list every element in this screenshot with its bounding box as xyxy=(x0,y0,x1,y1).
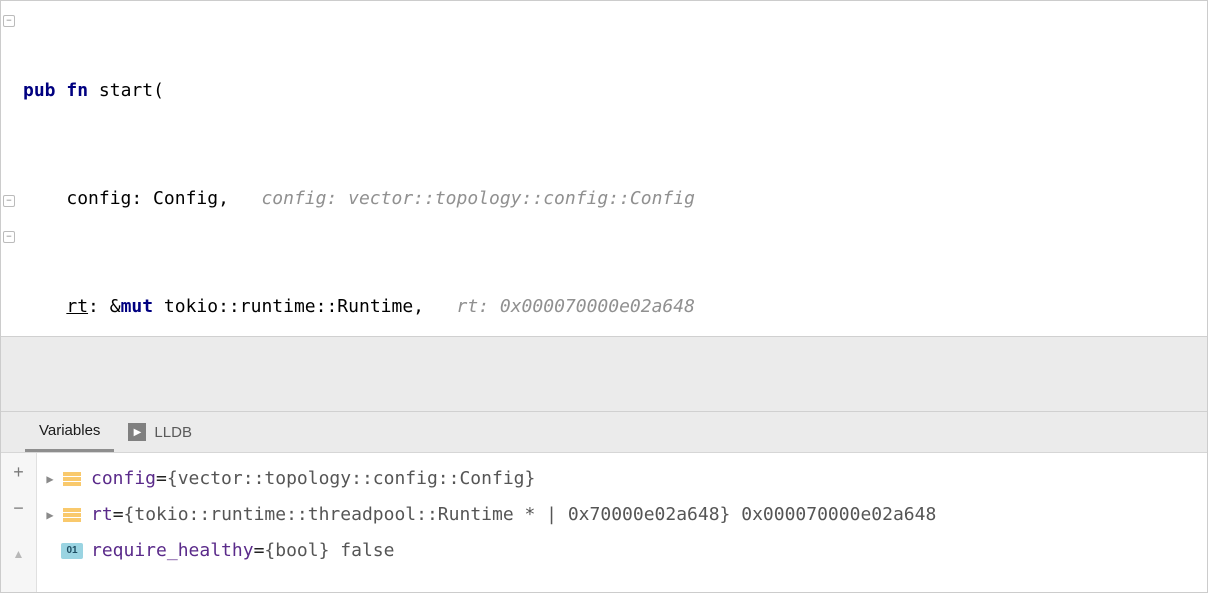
debug-panel: + − ▲ ▶ config = {vector::topology::conf… xyxy=(1,452,1207,592)
fold-icon[interactable]: − xyxy=(3,231,15,243)
struct-icon xyxy=(61,470,83,488)
code-editor[interactable]: − − − pub fn start( config: Config, conf… xyxy=(1,1,1207,336)
add-watch-button[interactable]: + xyxy=(8,461,30,483)
variable-row[interactable]: 01 require_healthy = {bool} false xyxy=(39,533,1207,569)
variable-name: config xyxy=(91,461,156,497)
tab-lldb-label: LLDB xyxy=(154,424,192,441)
inline-hint-config: config: vector::topology::config::Config xyxy=(261,188,694,209)
tab-variables-label: Variables xyxy=(39,422,100,439)
move-up-button[interactable]: ▲ xyxy=(8,543,30,565)
variable-name: require_healthy xyxy=(91,533,254,569)
param-rt-c: tokio::runtime::Runtime, xyxy=(153,296,424,317)
param-rt-b: : & xyxy=(88,296,121,317)
expand-icon[interactable]: ▶ xyxy=(39,461,61,497)
variable-value: {bool} false xyxy=(264,533,394,569)
keyword-mut: mut xyxy=(121,296,154,317)
fold-icon[interactable]: − xyxy=(3,195,15,207)
variables-tree[interactable]: ▶ config = {vector::topology::config::Co… xyxy=(37,453,1207,592)
expand-icon[interactable]: ▶ xyxy=(39,497,61,533)
console-run-icon: ▶ xyxy=(128,423,146,441)
variable-row[interactable]: ▶ rt = {tokio::runtime::threadpool::Runt… xyxy=(39,497,1207,533)
inline-hint-rt: rt: 0x000070000e02a648 xyxy=(457,296,695,317)
variables-toolbar: + − ▲ xyxy=(1,453,37,592)
keyword-fn: fn xyxy=(66,80,88,101)
tab-variables[interactable]: Variables xyxy=(25,412,114,452)
variable-value: {vector::topology::config::Config} xyxy=(167,461,535,497)
keyword-pub: pub xyxy=(23,80,56,101)
debug-tool-tabs: Variables ▶ LLDB xyxy=(1,412,1207,452)
remove-watch-button[interactable]: − xyxy=(8,497,30,519)
param-config: config: Config, xyxy=(66,188,229,209)
primitive-icon: 01 xyxy=(61,543,83,559)
variable-value: {tokio::runtime::threadpool::Runtime * |… xyxy=(124,497,937,533)
fold-icon[interactable]: − xyxy=(3,15,15,27)
struct-icon xyxy=(61,506,83,524)
param-rt-a: rt xyxy=(66,296,88,317)
variable-row[interactable]: ▶ config = {vector::topology::config::Co… xyxy=(39,461,1207,497)
tab-lldb[interactable]: ▶ LLDB xyxy=(114,412,206,452)
code-content: pub fn start( config: Config, config: ve… xyxy=(19,1,1207,336)
editor-gutter: − − − xyxy=(1,1,19,336)
fn-name: start( xyxy=(99,80,164,101)
variable-name: rt xyxy=(91,497,113,533)
editor-debug-splitter[interactable] xyxy=(1,336,1207,412)
